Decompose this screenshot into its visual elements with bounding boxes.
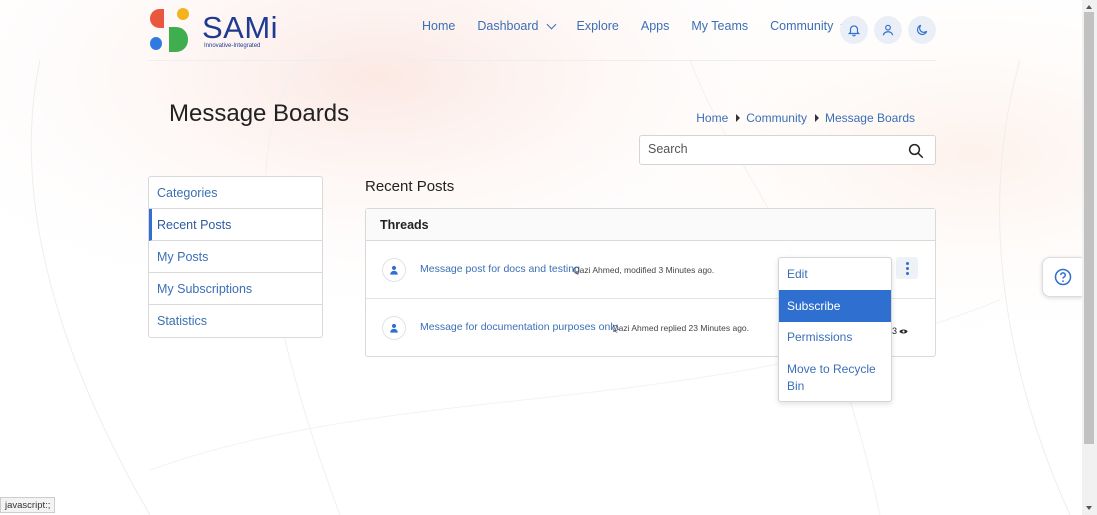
sidebar-item-statistics[interactable]: Statistics [149,305,322,337]
main-nav: Home Dashboard Explore Apps My Teams Com… [422,19,871,33]
breadcrumb: Home Community Message Boards [696,111,915,125]
sidebar-item-my-subscriptions[interactable]: My Subscriptions [149,273,322,305]
thread-actions-menu: Edit Subscribe Permissions Move to Recyc… [778,257,892,402]
search-input[interactable] [648,142,888,156]
brand-name: SAMi [202,10,279,45]
eye-icon [899,329,908,333]
brand-logo[interactable]: SAMi Innovative-Integrated [148,6,278,54]
menu-item-move-to-recycle-bin[interactable]: Move to Recycle Bin [779,353,891,401]
avatar [382,316,406,340]
nav-apps[interactable]: Apps [641,19,670,33]
nav-my-teams[interactable]: My Teams [691,19,748,33]
user-menu-button[interactable] [874,16,902,44]
question-circle-icon [1054,268,1072,286]
theme-toggle-button[interactable] [908,16,936,44]
user-icon [390,265,398,275]
scrollbar-thumb[interactable] [1084,12,1094,444]
caret-right-icon [814,114,819,122]
sidebar-item-categories[interactable]: Categories [149,177,322,209]
breadcrumb-home[interactable]: Home [696,111,728,125]
menu-item-permissions[interactable]: Permissions [779,322,891,353]
avatar [382,258,406,282]
page-scrollbar[interactable] [1082,0,1097,515]
sidebar-item-recent-posts[interactable]: Recent Posts [149,209,322,241]
menu-item-subscribe[interactable]: Subscribe [779,290,891,322]
nav-community[interactable]: Community [770,19,851,33]
nav-explore[interactable]: Explore [577,19,619,33]
scroll-up-icon[interactable] [1086,5,1092,9]
thread-title-link[interactable]: Message for documentation purposes only. [420,321,620,333]
sidebar-item-my-posts[interactable]: My Posts [149,241,322,273]
views-count: 3 [892,326,908,336]
sidebar: Categories Recent Posts My Posts My Subs… [148,176,323,338]
search-box [639,135,936,165]
chevron-down-icon [546,19,556,29]
moon-icon [917,24,928,35]
scroll-down-icon[interactable] [1086,506,1092,510]
nav-dashboard[interactable]: Dashboard [477,19,556,33]
breadcrumb-message-boards[interactable]: Message Boards [825,111,915,125]
threads-header: Threads [366,209,935,241]
thread-meta: Qazi Ahmed, modified 3 Minutes ago. [573,265,715,275]
nav-home[interactable]: Home [422,19,455,33]
thread-title-link[interactable]: Message post for docs and testing [420,263,580,275]
caret-right-icon [736,114,741,122]
help-button[interactable] [1042,257,1083,297]
thread-actions-button[interactable] [896,257,918,279]
brand-tagline: Innovative-Integrated [204,43,261,49]
menu-item-edit[interactable]: Edit [779,258,891,290]
user-icon [390,323,398,333]
status-bar: javascript:; [0,497,56,513]
section-title: Recent Posts [365,178,455,195]
search-icon[interactable] [907,142,925,160]
breadcrumb-community[interactable]: Community [746,111,807,125]
page-title: Message Boards [169,100,350,127]
bell-icon [847,25,861,37]
thread-meta: Qazi Ahmed replied 23 Minutes ago. [612,323,750,333]
site-header: SAMi Innovative-Integrated Home Dashboar… [148,0,936,61]
user-icon [882,24,894,36]
notifications-button[interactable] [840,16,868,44]
